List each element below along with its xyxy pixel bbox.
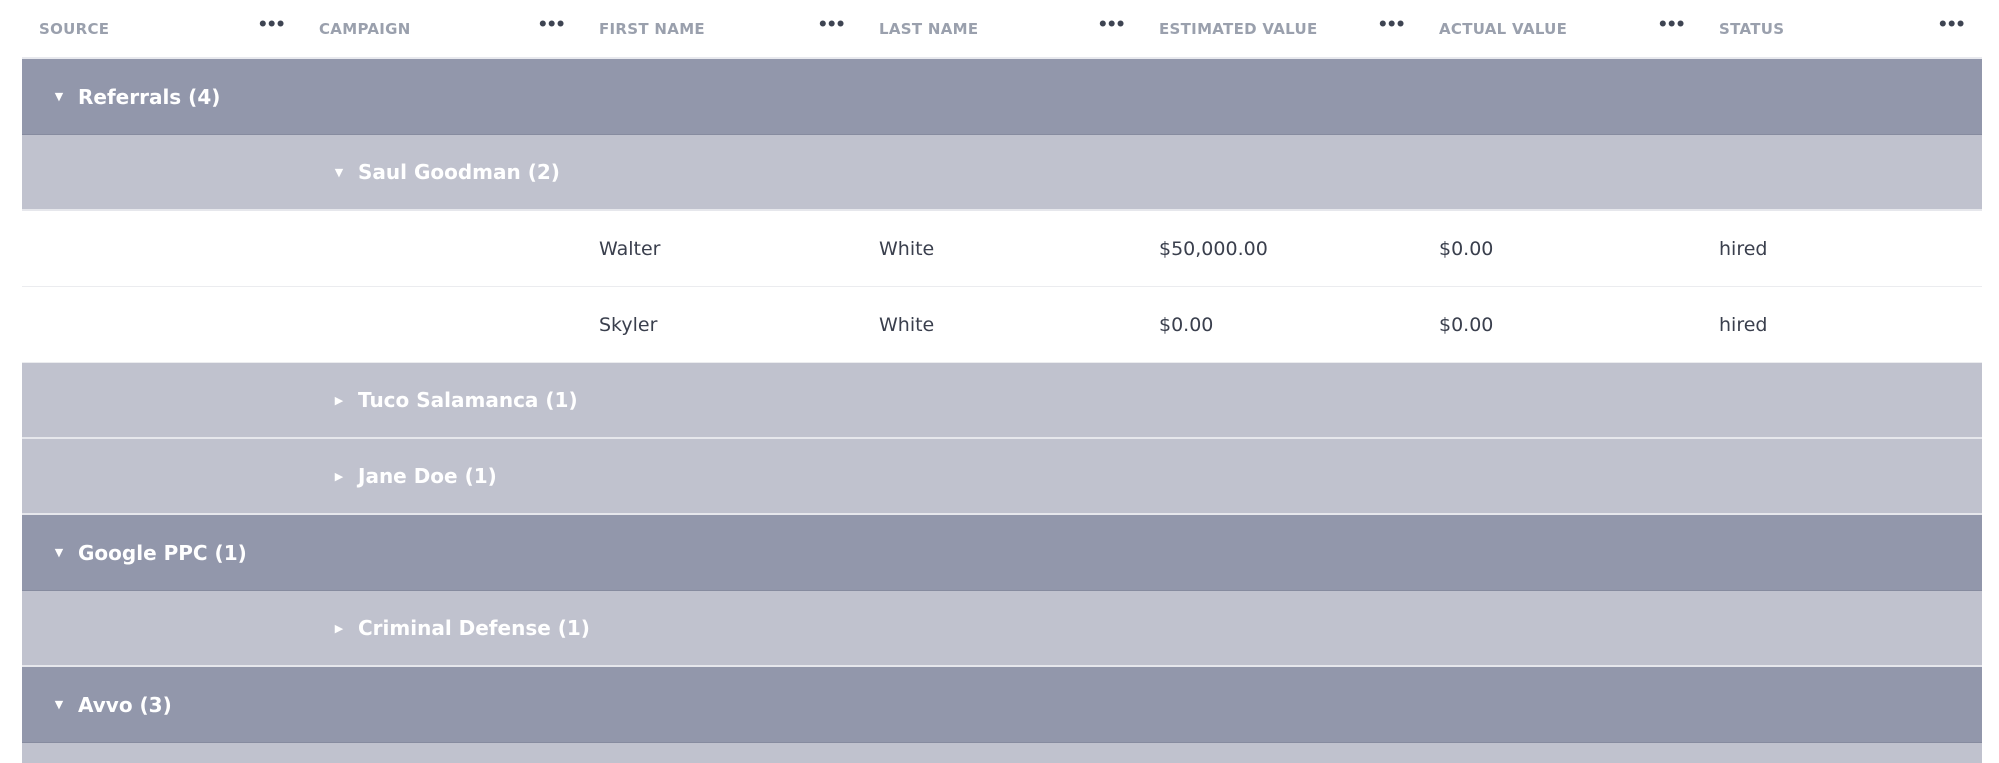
- caret-down-icon[interactable]: ▼: [52, 90, 66, 103]
- column-menu-icon[interactable]: •••: [817, 17, 846, 34]
- group-toggle-saul-goodman[interactable]: ▼ Saul Goodman (2): [332, 135, 560, 209]
- group-row-campaign: [22, 743, 1982, 763]
- column-menu-icon[interactable]: •••: [1377, 17, 1406, 34]
- column-header-estimated-value[interactable]: ESTIMATED VALUE •••: [1142, 0, 1422, 57]
- group-label: Tuco Salamanca (1): [358, 388, 578, 412]
- cell-status: hired: [1719, 313, 1768, 336]
- column-header-label: CAMPAIGN: [319, 19, 411, 38]
- column-header-label: LAST NAME: [879, 19, 979, 38]
- group-label: Jane Doe (1): [358, 464, 497, 488]
- group-row-campaign: ▼ Saul Goodman (2): [22, 135, 1982, 211]
- group-label: Criminal Defense (1): [358, 616, 590, 640]
- cell-first-name: Skyler: [599, 313, 658, 336]
- column-header-actual-value[interactable]: ACTUAL VALUE •••: [1422, 0, 1702, 57]
- data-grid: SOURCE ••• CAMPAIGN ••• FIRST NAME ••• L…: [22, 0, 1982, 763]
- column-header-label: SOURCE: [39, 19, 110, 38]
- column-menu-icon[interactable]: •••: [1097, 17, 1126, 34]
- column-header-label: ESTIMATED VALUE: [1159, 19, 1318, 38]
- column-header-label: STATUS: [1719, 19, 1785, 38]
- cell-actual-value: $0.00: [1439, 313, 1494, 336]
- caret-right-icon[interactable]: ▶: [332, 622, 346, 635]
- table-row[interactable]: Walter White $50,000.00 $0.00 hired: [22, 211, 1982, 287]
- caret-down-icon[interactable]: ▼: [52, 698, 66, 711]
- column-header-first-name[interactable]: FIRST NAME •••: [582, 0, 862, 57]
- group-toggle-avvo[interactable]: ▼ Avvo (3): [52, 667, 172, 742]
- caret-down-icon[interactable]: ▼: [52, 546, 66, 559]
- column-header-label: FIRST NAME: [599, 19, 705, 38]
- group-row-campaign: ▶ Jane Doe (1): [22, 439, 1982, 515]
- table-row[interactable]: Skyler White $0.00 $0.00 hired: [22, 287, 1982, 363]
- column-header-source[interactable]: SOURCE •••: [22, 0, 302, 57]
- group-row-source: ▼ Avvo (3): [22, 667, 1982, 743]
- group-label: Saul Goodman (2): [358, 160, 560, 184]
- group-toggle-criminal-defense[interactable]: ▶ Criminal Defense (1): [332, 591, 590, 665]
- cell-first-name: Walter: [599, 237, 661, 260]
- cell-status: hired: [1719, 237, 1768, 260]
- group-toggle-tuco-salamanca[interactable]: ▶ Tuco Salamanca (1): [332, 363, 578, 437]
- cell-last-name: White: [879, 313, 935, 336]
- group-toggle-jane-doe[interactable]: ▶ Jane Doe (1): [332, 439, 497, 513]
- column-header-campaign[interactable]: CAMPAIGN •••: [302, 0, 582, 57]
- group-label: Avvo (3): [78, 692, 172, 717]
- cell-last-name: White: [879, 237, 935, 260]
- column-header-label: ACTUAL VALUE: [1439, 19, 1568, 38]
- group-row-source: ▼ Google PPC (1): [22, 515, 1982, 591]
- group-label: Google PPC (1): [78, 540, 247, 565]
- cell-actual-value: $0.00: [1439, 237, 1494, 260]
- column-menu-icon[interactable]: •••: [1657, 17, 1686, 34]
- column-header-last-name[interactable]: LAST NAME •••: [862, 0, 1142, 57]
- caret-right-icon[interactable]: ▶: [332, 394, 346, 407]
- grid-header: SOURCE ••• CAMPAIGN ••• FIRST NAME ••• L…: [22, 0, 1982, 59]
- cell-estimated-value: $50,000.00: [1159, 237, 1268, 260]
- group-row-campaign: ▶ Criminal Defense (1): [22, 591, 1982, 667]
- column-header-status[interactable]: STATUS •••: [1702, 0, 1982, 57]
- cell-estimated-value: $0.00: [1159, 313, 1214, 336]
- column-menu-icon[interactable]: •••: [537, 17, 566, 34]
- group-label: Referrals (4): [78, 84, 221, 109]
- group-toggle-referrals[interactable]: ▼ Referrals (4): [52, 59, 221, 134]
- group-row-campaign: ▶ Tuco Salamanca (1): [22, 363, 1982, 439]
- caret-right-icon[interactable]: ▶: [332, 470, 346, 483]
- caret-down-icon[interactable]: ▼: [332, 166, 346, 179]
- column-menu-icon[interactable]: •••: [1937, 17, 1966, 34]
- group-toggle-google-ppc[interactable]: ▼ Google PPC (1): [52, 515, 247, 590]
- group-row-source: ▼ Referrals (4): [22, 59, 1982, 135]
- column-menu-icon[interactable]: •••: [257, 17, 286, 34]
